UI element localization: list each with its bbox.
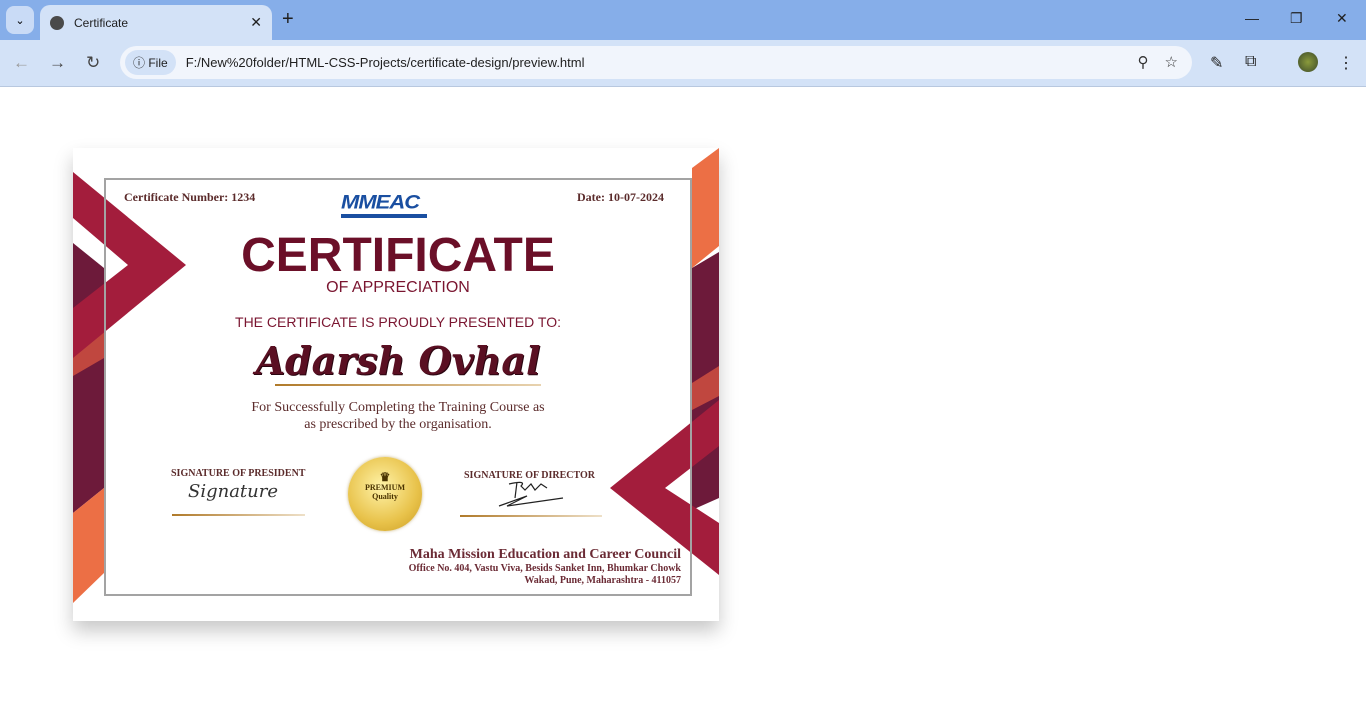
certificate-number: Certificate Number: 1234 — [124, 190, 256, 204]
eyedropper-icon[interactable]: ✎ — [1210, 53, 1223, 73]
globe-icon — [50, 15, 64, 30]
profile-avatar[interactable] — [1298, 52, 1318, 72]
tab-strip: ⌄ Certificate ✕ + — ❐ ✕ — [0, 0, 1366, 40]
address-bar[interactable]: ⓘ File F:/New%20folder/HTML-CSS-Projects… — [120, 46, 1192, 79]
url-text[interactable]: F:/New%20folder/HTML-CSS-Projects/certif… — [186, 55, 585, 70]
mmeac-logo: MMEAC — [341, 191, 427, 218]
tab-search-chevron-icon[interactable]: ⌄ — [6, 6, 34, 34]
description-line: as prescribed by the organisation. — [304, 417, 492, 432]
certificate: Certificate Number: 1234 MMEAC Date: 10-… — [73, 148, 719, 621]
seal-text: Quality — [372, 492, 398, 501]
file-label: File — [148, 55, 168, 70]
tab-certificate[interactable]: Certificate ✕ — [40, 5, 272, 40]
close-window-button[interactable]: ✕ — [1336, 10, 1348, 27]
tab-title: Certificate — [74, 15, 129, 30]
president-signature: Signature — [188, 481, 279, 502]
president-signature-label: SIGNATURE OF PRESIDENT — [171, 468, 306, 479]
organisation-address: Office No. 404, Vastu Viva, Besids Sanke… — [408, 563, 681, 574]
recipient-name: Adarsh Ovhal — [255, 338, 541, 383]
seal-text: PREMIUM — [365, 483, 405, 492]
minimize-button[interactable]: — — [1245, 10, 1259, 26]
certificate-subtitle: OF APPRECIATION — [326, 279, 470, 296]
certificate-title: CERTIFICATE — [241, 229, 555, 282]
description-line: For Successfully Completing the Training… — [251, 400, 545, 415]
organisation-name: Maha Mission Education and Career Counci… — [409, 547, 681, 562]
forward-button[interactable]: → — [49, 53, 66, 73]
zoom-icon[interactable]: ⚲ — [1138, 53, 1149, 71]
director-signature — [498, 481, 564, 507]
description: For Successfully Completing the Training… — [73, 399, 719, 433]
presented-to: THE CERTIFICATE IS PROUDLY PRESENTED TO: — [235, 314, 561, 330]
browser-toolbar: ← → ↻ ⓘ File F:/New%20folder/HTML-CSS-Pr… — [0, 40, 1366, 87]
premium-quality-seal: ♛ PREMIUM Quality — [348, 457, 422, 531]
site-info-chip[interactable]: ⓘ File — [125, 50, 176, 75]
reload-button[interactable]: ↻ — [86, 53, 100, 73]
restore-button[interactable]: ❐ — [1290, 10, 1303, 27]
certificate-date: Date: 10-07-2024 — [577, 190, 664, 204]
back-button[interactable]: ← — [13, 53, 30, 73]
info-icon: ⓘ — [133, 56, 149, 70]
bookmark-star-icon[interactable]: ☆ — [1165, 53, 1178, 71]
organisation-address: Wakad, Pune, Maharashtra - 411057 — [524, 575, 681, 586]
president-signature-line — [172, 514, 305, 516]
name-underline — [275, 384, 541, 386]
organisation-info: Maha Mission Education and Career Counci… — [409, 547, 681, 587]
new-tab-button[interactable]: + — [282, 8, 294, 31]
crown-icon: ♛ — [379, 470, 391, 484]
menu-icon[interactable]: ⋮ — [1338, 53, 1354, 73]
extensions-icon[interactable]: ⧉ — [1245, 53, 1256, 71]
close-tab-icon[interactable]: ✕ — [250, 14, 262, 31]
director-signature-line — [460, 515, 602, 517]
